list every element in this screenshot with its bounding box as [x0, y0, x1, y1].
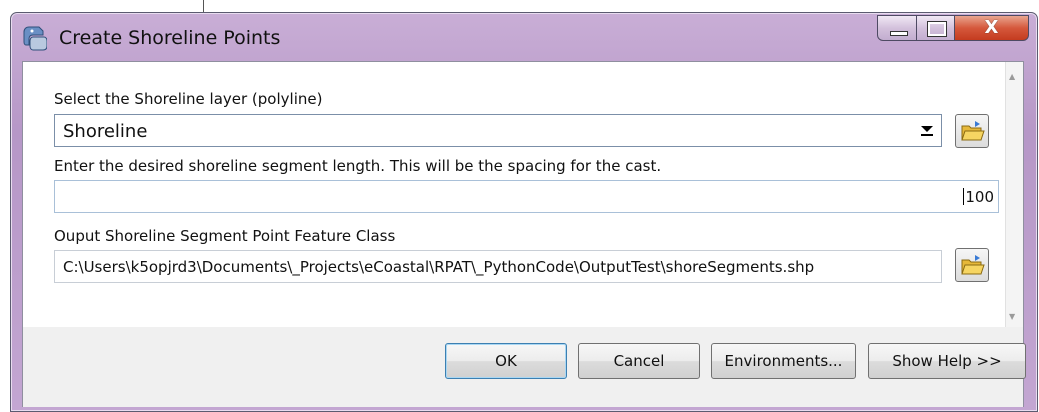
segment-length-input[interactable]: 100	[54, 180, 999, 213]
scroll-up-icon[interactable]: ▲	[1009, 72, 1015, 81]
shoreline-layer-label: Select the Shoreline layer (polyline)	[54, 90, 323, 108]
vertical-scrollbar[interactable]: ▲ ▼	[1005, 62, 1023, 327]
shoreline-layer-select[interactable]: Shoreline	[54, 114, 942, 147]
segment-length-label: Enter the desired shoreline segment leng…	[54, 157, 662, 175]
caption-buttons: X	[877, 15, 1029, 41]
shoreline-layer-value: Shoreline	[63, 121, 148, 142]
parameters-panel: Select the Shoreline layer (polyline) Sh…	[22, 61, 1024, 328]
show-help-button[interactable]: Show Help >>	[868, 343, 1026, 379]
environments-button[interactable]: Environments...	[711, 343, 856, 379]
scroll-down-icon[interactable]: ▼	[1009, 312, 1015, 321]
maximize-button[interactable]	[917, 15, 955, 41]
output-class-label: Ouput Shoreline Segment Point Feature Cl…	[54, 227, 396, 245]
segment-length-value: 100	[965, 188, 994, 206]
browse-output-button[interactable]	[955, 248, 989, 282]
output-class-input[interactable]: C:\Users\k5opjrd3\Documents\_Projects\eC…	[54, 250, 942, 283]
minimize-icon	[890, 31, 908, 36]
python-script-icon	[23, 26, 47, 51]
close-button[interactable]: X	[955, 15, 1029, 41]
browse-shoreline-button[interactable]	[955, 114, 989, 148]
open-folder-icon	[961, 121, 985, 141]
maximize-icon	[927, 21, 947, 37]
dialog-window: Create Shoreline Points X Select the Sho…	[10, 12, 1038, 412]
minimize-button[interactable]	[877, 15, 917, 41]
ok-button[interactable]: OK	[445, 343, 567, 379]
close-icon: X	[984, 17, 999, 38]
output-class-value: C:\Users\k5opjrd3\Documents\_Projects\eC…	[63, 258, 815, 276]
open-folder-icon	[961, 255, 985, 275]
cancel-button[interactable]: Cancel	[578, 343, 700, 379]
dropdown-arrow-icon[interactable]	[919, 123, 935, 139]
title-bar[interactable]: Create Shoreline Points X	[11, 13, 1037, 61]
desktop-edge-line	[203, 0, 204, 12]
window-title: Create Shoreline Points	[59, 27, 281, 49]
button-bar: OK Cancel Environments... Show Help >>	[22, 327, 1026, 407]
